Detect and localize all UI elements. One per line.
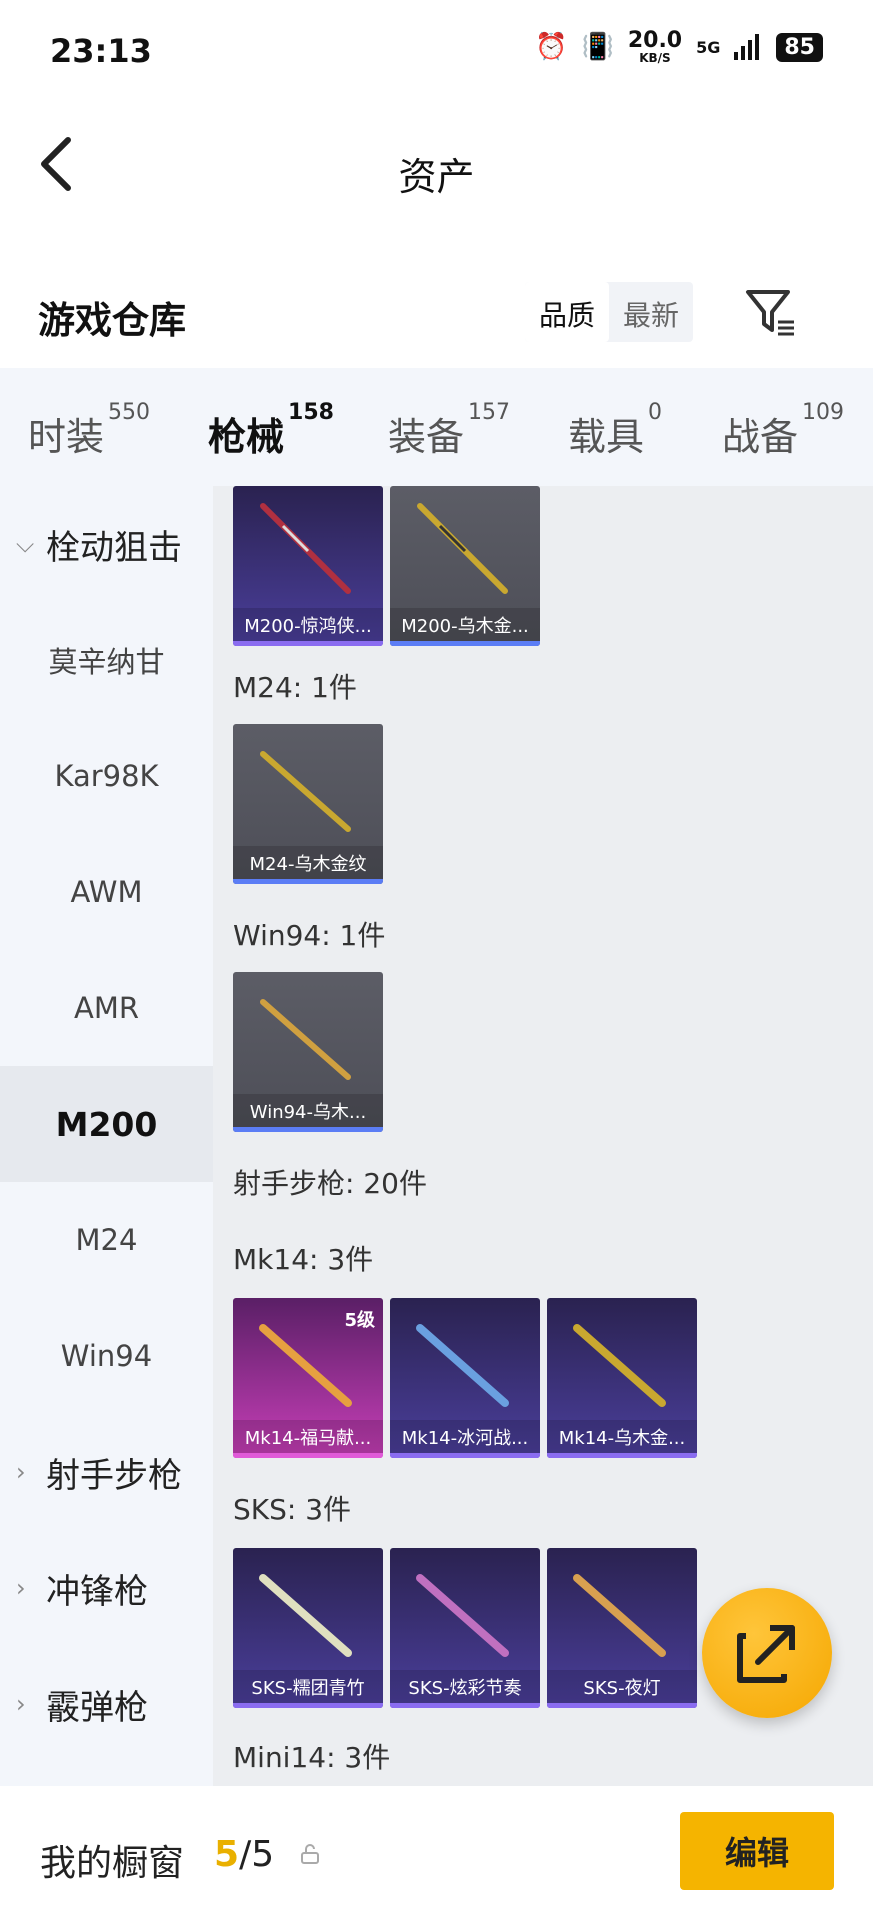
tab-guns[interactable]: 枪械158 xyxy=(208,400,334,506)
sidebar-group-smg[interactable]: › 冲锋枪 xyxy=(0,1530,213,1646)
item-caption: Mk14-冰河战... xyxy=(390,1420,540,1454)
group-label: SKS: 3件 xyxy=(233,1493,352,1526)
sidebar-group-bolt-action[interactable]: ⌵ 栓动狙击 xyxy=(0,486,213,602)
status-bar: 23:13 ⏰ 📳 20.0 KB/S 5G 85 xyxy=(0,0,873,100)
item-caption: M200-惊鸿侠... xyxy=(233,608,383,642)
rifle-icon xyxy=(260,999,351,1080)
item-card[interactable]: SKS-夜灯 xyxy=(547,1548,697,1708)
page-title: 资产 xyxy=(398,155,475,199)
external-link-icon xyxy=(737,1625,795,1683)
sidebar-group-shotgun[interactable]: › 霰弹枪 xyxy=(0,1646,213,1762)
tab-fashion[interactable]: 时装550 xyxy=(28,400,150,461)
item-card[interactable]: 5级 Mk14-福马献... xyxy=(233,1298,383,1458)
item-card[interactable]: Mk14-乌木金... xyxy=(547,1298,697,1458)
sort-quality-button[interactable]: 品质 xyxy=(525,282,610,342)
rifle-icon xyxy=(573,1324,666,1407)
rarity-bar xyxy=(547,1703,697,1708)
edit-button[interactable]: 编辑 xyxy=(680,1812,834,1890)
item-card[interactable]: SKS-糯团青竹 xyxy=(233,1548,383,1708)
sidebar-group-dmr[interactable]: › 射手步枪 xyxy=(0,1414,213,1530)
showcase-count: 5/5 xyxy=(214,1834,275,1875)
item-card[interactable]: M200-乌木金... xyxy=(390,486,540,646)
group-label: Mk14: 3件 xyxy=(233,1243,374,1276)
alarm-icon: ⏰ xyxy=(535,32,568,62)
section-header: 游戏仓库 品质 最新 xyxy=(0,270,873,360)
sidebar-item-m24[interactable]: M24 xyxy=(0,1182,213,1298)
sniper-rifle-icon xyxy=(417,503,508,594)
nav-bar: 资产 xyxy=(0,110,873,220)
item-caption: M200-乌木金... xyxy=(390,608,540,642)
showcase-title: 我的橱窗 xyxy=(40,1843,185,1884)
sidebar-item-win94[interactable]: Win94 xyxy=(0,1298,213,1414)
rifle-icon xyxy=(259,1324,352,1407)
group-label: Win94: 1件 xyxy=(233,919,386,952)
item-caption: M24-乌木金纹 xyxy=(233,846,383,880)
share-button[interactable] xyxy=(702,1588,832,1718)
sniper-rifle-icon xyxy=(260,751,351,832)
sidebar-item-kar98k[interactable]: Kar98K xyxy=(0,718,213,834)
item-card[interactable]: SKS-炫彩节奏 xyxy=(390,1548,540,1708)
group-label: Mini14: 3件 xyxy=(233,1741,391,1774)
sort-toggle: 品质 最新 xyxy=(525,282,694,342)
bottom-bar: 我的橱窗 5/5 编辑 xyxy=(0,1786,873,1920)
category-tabs: 时装550 枪械158 装备157 载具0 战备109 xyxy=(0,368,873,506)
item-card[interactable]: M200-惊鸿侠... xyxy=(233,486,383,646)
clock: 23:13 xyxy=(50,32,152,70)
signal-bars-icon xyxy=(734,34,760,60)
rarity-bar xyxy=(233,1703,383,1708)
status-icons: ⏰ 📳 20.0 KB/S 5G 85 xyxy=(535,30,823,64)
signal-icon: 5G xyxy=(696,37,721,57)
tab-vehicles[interactable]: 载具0 xyxy=(568,400,662,461)
tab-equipment[interactable]: 装备157 xyxy=(388,400,510,461)
rarity-bar xyxy=(390,1703,540,1708)
sort-newest-button[interactable]: 最新 xyxy=(609,282,693,342)
rifle-icon xyxy=(259,1574,352,1657)
sidebar-item-mosin[interactable]: 莫辛纳甘 xyxy=(0,602,213,718)
item-caption: Mk14-乌木金... xyxy=(547,1420,697,1454)
rarity-bar xyxy=(547,1453,697,1458)
lock-icon xyxy=(301,1844,319,1864)
sidebar-item-m200[interactable]: M200 xyxy=(0,1066,213,1182)
item-caption: SKS-糯团青竹 xyxy=(233,1670,383,1704)
rarity-bar xyxy=(233,1127,383,1132)
item-caption: Mk14-福马献... xyxy=(233,1420,383,1454)
tab-gear[interactable]: 战备109 xyxy=(722,400,844,461)
rifle-icon xyxy=(573,1574,666,1657)
group-label: M24: 1件 xyxy=(233,671,357,704)
item-caption: SKS-炫彩节奏 xyxy=(390,1670,540,1704)
rarity-bar xyxy=(390,641,540,646)
chevron-down-icon: ⌵ xyxy=(16,530,35,558)
rarity-bar xyxy=(233,879,383,884)
item-caption: Win94-乌木... xyxy=(233,1094,383,1128)
group-label: 射手步枪: 20件 xyxy=(233,1167,427,1200)
rifle-icon xyxy=(416,1324,509,1407)
filter-icon[interactable] xyxy=(744,288,796,338)
chevron-right-icon: › xyxy=(16,1574,26,1602)
item-card[interactable]: M24-乌木金纹 xyxy=(233,724,383,884)
rarity-bar xyxy=(233,1453,383,1458)
item-card[interactable]: Mk14-冰河战... xyxy=(390,1298,540,1458)
chevron-right-icon: › xyxy=(16,1458,26,1486)
rifle-icon xyxy=(416,1574,509,1657)
sniper-rifle-icon xyxy=(260,503,351,594)
item-caption: SKS-夜灯 xyxy=(547,1670,697,1704)
chevron-right-icon: › xyxy=(16,1690,26,1718)
battery-icon: 85 xyxy=(776,32,823,62)
sidebar-item-amr[interactable]: AMR xyxy=(0,950,213,1066)
sidebar-item-awm[interactable]: AWM xyxy=(0,834,213,950)
section-title: 游戏仓库 xyxy=(38,299,186,342)
rarity-bar xyxy=(390,1453,540,1458)
net-speed: 20.0 KB/S xyxy=(627,28,683,65)
sidebar: ⌵ 栓动狙击 莫辛纳甘 Kar98K AWM AMR M200 M24 Win94… xyxy=(0,486,213,1786)
item-card[interactable]: Win94-乌木... xyxy=(233,972,383,1132)
vibrate-icon: 📳 xyxy=(581,32,614,62)
rarity-bar xyxy=(233,641,383,646)
